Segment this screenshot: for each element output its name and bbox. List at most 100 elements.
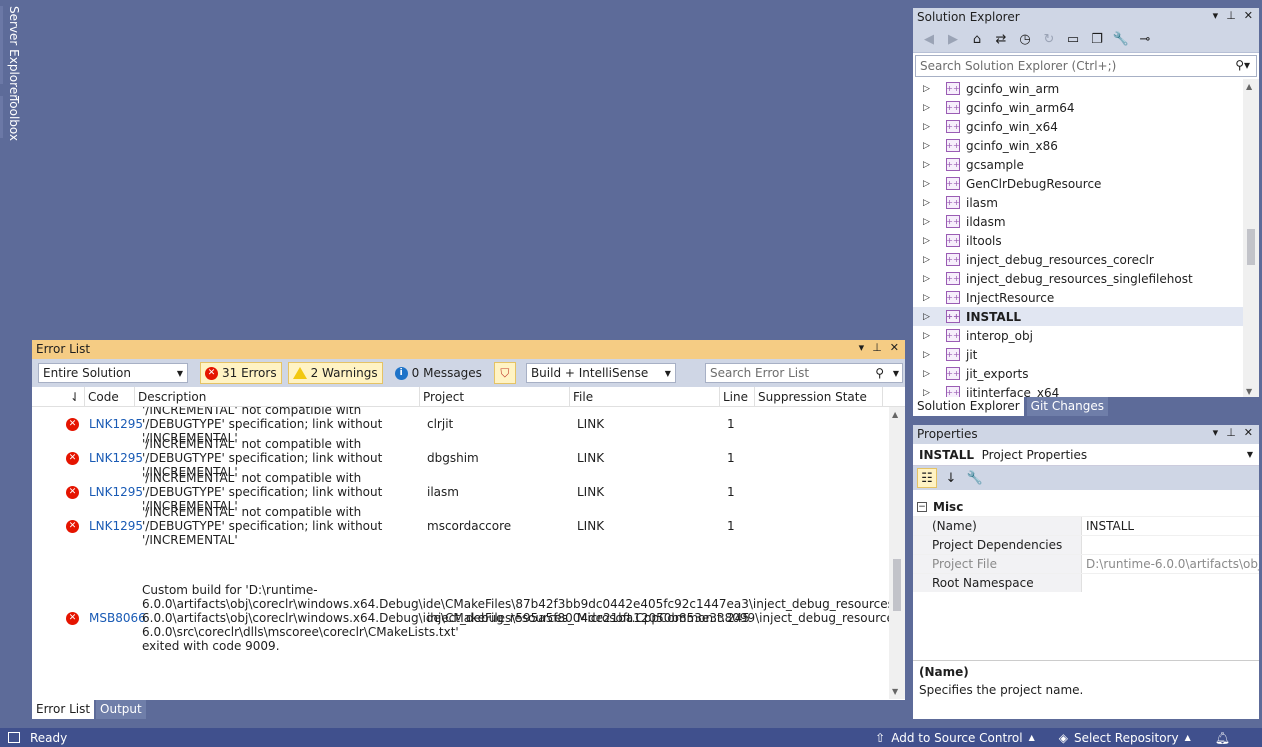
switch-views-icon[interactable]: ⇄ xyxy=(991,30,1011,50)
property-row[interactable]: (Name) INSTALL xyxy=(913,516,1259,535)
back-icon[interactable]: ◀ xyxy=(919,30,939,50)
messages-filter-button[interactable]: i 0 Messages xyxy=(391,362,486,384)
tree-item[interactable]: ▷ ++ gcinfo_win_arm xyxy=(913,79,1243,98)
search-icon[interactable]: ⚲▾ xyxy=(1235,58,1250,72)
scroll-down-icon[interactable]: ▼ xyxy=(892,687,898,696)
filter-toggle-button[interactable]: ⛉ xyxy=(493,362,516,384)
error-code-link[interactable]: LNK1295 xyxy=(85,485,143,499)
solution-explorer-search[interactable]: Search Solution Explorer (Ctrl+;) ⚲▾ xyxy=(915,55,1257,77)
expand-arrow-icon[interactable]: ▷ xyxy=(923,236,930,246)
collapse-icon[interactable]: − xyxy=(917,501,927,512)
pin-icon[interactable]: ⊥ xyxy=(1226,9,1236,22)
pin-icon[interactable]: ⊥ xyxy=(1226,426,1236,439)
expand-arrow-icon[interactable]: ▷ xyxy=(923,198,930,208)
error-code-link[interactable]: LNK1295 xyxy=(85,451,143,465)
expand-arrow-icon[interactable]: ▷ xyxy=(923,293,930,303)
tree-item[interactable]: ▷ ++ inject_debug_resources_singlefilehost xyxy=(913,269,1243,288)
column-project[interactable]: Project xyxy=(420,387,570,406)
close-icon[interactable]: ✕ xyxy=(890,341,899,354)
tree-item[interactable]: ▷ ++ gcsample xyxy=(913,155,1243,174)
column-description[interactable]: Description xyxy=(135,387,420,406)
expand-arrow-icon[interactable]: ▷ xyxy=(923,217,930,227)
column-suppression-state[interactable]: Suppression State xyxy=(755,387,883,406)
tree-item[interactable]: ▷ ++ interop_obj xyxy=(913,326,1243,345)
tree-item[interactable]: ▷ ++ gcinfo_win_x86 xyxy=(913,136,1243,155)
dropdown-icon[interactable]: ▾ xyxy=(859,341,865,354)
pin-icon[interactable]: ⊥ xyxy=(872,341,882,354)
scroll-thumb[interactable] xyxy=(1247,229,1255,265)
error-row[interactable]: ✕ LNK1295 '/INCREMENTAL' not compatible wi… xyxy=(32,407,889,445)
property-value[interactable]: INSTALL xyxy=(1081,517,1259,535)
forward-icon[interactable]: ▶ xyxy=(943,30,963,50)
column-file[interactable]: File xyxy=(570,387,720,406)
tab-error-list[interactable]: Error List xyxy=(32,700,95,719)
column-line[interactable]: Line xyxy=(720,387,755,406)
column-code[interactable]: Code xyxy=(85,387,135,406)
category-misc[interactable]: − Misc xyxy=(913,497,1259,516)
tree-item[interactable]: ▷ ++ jit_exports xyxy=(913,364,1243,383)
error-code-link[interactable]: LNK1295 xyxy=(85,519,143,533)
expand-arrow-icon[interactable]: ▷ xyxy=(923,103,930,113)
build-filter-combo[interactable]: Build + IntelliSense ▼ xyxy=(525,363,676,383)
expand-arrow-icon[interactable]: ▷ xyxy=(923,312,930,322)
categorized-icon[interactable]: ☷ xyxy=(917,468,937,488)
pending-changes-filter-icon[interactable]: ◷ xyxy=(1015,30,1035,50)
tree-item[interactable]: ▷ ++ inject_debug_resources_coreclr xyxy=(913,250,1243,269)
toolbox-tab[interactable]: Toolbox xyxy=(7,96,21,141)
error-row[interactable]: ✕ LNK1295 '/INCREMENTAL' not compatible wi… xyxy=(32,505,889,547)
property-value[interactable] xyxy=(1081,574,1259,592)
scroll-up-icon[interactable]: ▲ xyxy=(892,410,898,419)
tab-solution-explorer[interactable]: Solution Explorer xyxy=(913,397,1024,416)
error-row[interactable]: ✕ LNK1295 '/INCREMENTAL' not compatible wi… xyxy=(32,471,889,513)
scroll-up-icon[interactable]: ▲ xyxy=(1246,82,1252,91)
expand-arrow-icon[interactable]: ▷ xyxy=(923,141,930,151)
properties-object-selector[interactable]: INSTALL Project Properties ▼ xyxy=(913,444,1259,466)
chevron-down-icon[interactable]: ▼ xyxy=(665,369,671,378)
expand-arrow-icon[interactable]: ▷ xyxy=(923,331,930,341)
add-to-source-control-button[interactable]: ⇧ Add to Source Control ▲ xyxy=(875,731,1035,745)
tree-item[interactable]: ▷ ++ jit xyxy=(913,345,1243,364)
error-code-link[interactable]: LNK1295 xyxy=(85,417,143,431)
property-value[interactable]: D:\runtime-6.0.0\artifacts\obj\co xyxy=(1081,555,1259,573)
expand-arrow-icon[interactable]: ▷ xyxy=(923,350,930,360)
server-explorer-tab[interactable]: Server Explorer xyxy=(7,6,21,99)
property-pages-wrench-icon[interactable]: 🔧 xyxy=(965,468,985,488)
close-icon[interactable]: ✕ xyxy=(1244,426,1253,439)
property-row[interactable]: Root Namespace xyxy=(913,573,1259,592)
search-icon[interactable]: ⚲ xyxy=(875,366,884,380)
tab-git-changes[interactable]: Git Changes xyxy=(1026,397,1109,416)
expand-arrow-icon[interactable]: ▷ xyxy=(923,179,930,189)
property-value[interactable] xyxy=(1081,536,1259,554)
warnings-filter-button[interactable]: 2 Warnings xyxy=(287,362,383,384)
scroll-down-icon[interactable]: ▼ xyxy=(1246,387,1252,396)
collapse-all-icon[interactable]: ▭ xyxy=(1063,30,1083,50)
expand-arrow-icon[interactable]: ▷ xyxy=(923,84,930,94)
preview-icon[interactable]: ⊸ xyxy=(1135,30,1155,50)
tree-item[interactable]: ▷ ++ InjectResource xyxy=(913,288,1243,307)
chevron-down-icon[interactable]: ▼ xyxy=(177,369,183,378)
expand-arrow-icon[interactable]: ▷ xyxy=(923,369,930,379)
expand-arrow-icon[interactable]: ▷ xyxy=(923,122,930,132)
chevron-down-icon[interactable]: ▼ xyxy=(1247,450,1253,459)
tree-item[interactable]: ▷ ++ GenClrDebugResource xyxy=(913,174,1243,193)
close-icon[interactable]: ✕ xyxy=(1244,9,1253,22)
expand-arrow-icon[interactable]: ▷ xyxy=(923,274,930,284)
select-repository-button[interactable]: ◈ Select Repository ▲ xyxy=(1059,731,1191,745)
error-row[interactable]: ✕ MSB8066 Custom build for 'D:\runtime-6.0… xyxy=(32,543,889,693)
expand-arrow-icon[interactable]: ▷ xyxy=(923,255,930,265)
solution-tree-scrollbar[interactable]: ▲ ▼ xyxy=(1243,79,1259,399)
property-row[interactable]: Project Dependencies xyxy=(913,535,1259,554)
tree-item[interactable]: ▷ ++ INSTALL xyxy=(913,307,1243,326)
sync-icon[interactable]: ↻ xyxy=(1039,30,1059,50)
scope-combo[interactable]: Entire Solution ▼ xyxy=(38,363,188,383)
properties-wrench-icon[interactable]: 🔧 xyxy=(1111,30,1131,50)
tree-item[interactable]: ▷ ++ gcinfo_win_x64 xyxy=(913,117,1243,136)
home-icon[interactable]: ⌂ xyxy=(967,30,987,50)
error-list-search[interactable]: Search Error List ⚲ ▼ xyxy=(705,363,903,383)
scroll-thumb[interactable] xyxy=(893,559,901,611)
error-code-link[interactable]: MSB8066 xyxy=(85,611,146,625)
errors-filter-button[interactable]: ✕ 31 Errors xyxy=(200,362,282,384)
error-row[interactable]: ✕ LNK1295 '/INCREMENTAL' not compatible wi… xyxy=(32,437,889,479)
error-list-scrollbar[interactable]: ▲ ▼ xyxy=(889,407,905,699)
tree-item[interactable]: ▷ ++ ilasm xyxy=(913,193,1243,212)
